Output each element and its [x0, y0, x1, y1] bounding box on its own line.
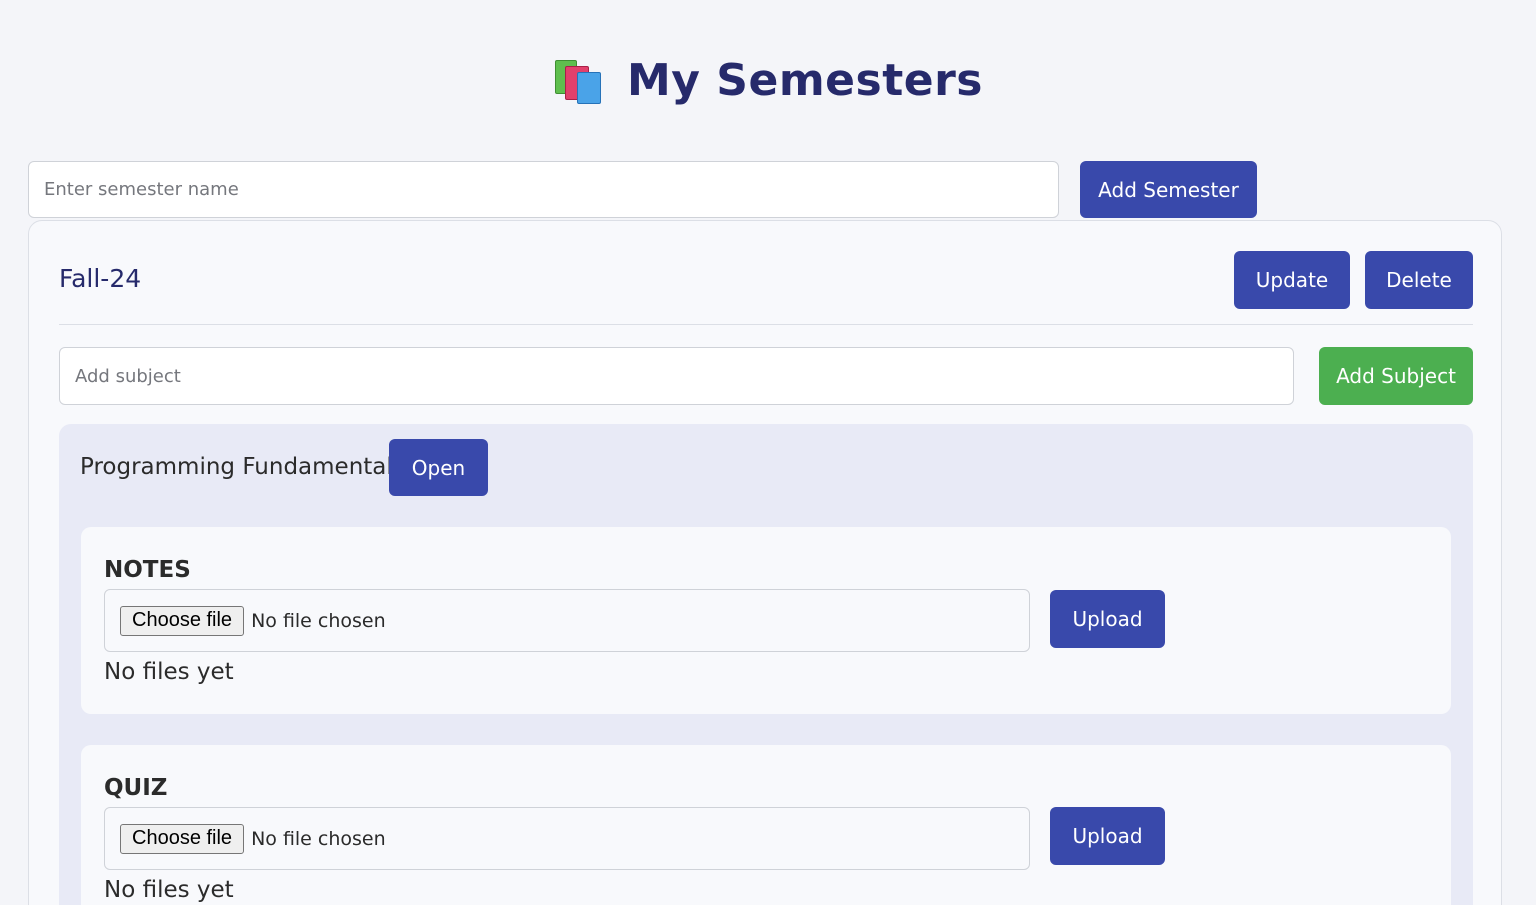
- upload-quiz-button[interactable]: Upload: [1050, 807, 1165, 865]
- upload-notes-button[interactable]: Upload: [1050, 590, 1165, 648]
- delete-semester-button[interactable]: Delete: [1365, 251, 1473, 309]
- file-input-quiz[interactable]: Choose file No file chosen: [104, 807, 1030, 870]
- category-title-quiz: QUIZ: [104, 775, 168, 801]
- choose-file-button[interactable]: Choose file: [120, 823, 245, 854]
- file-status: No file chosen: [251, 609, 386, 632]
- subject-name-input[interactable]: [59, 347, 1294, 405]
- books-icon: [553, 56, 605, 104]
- add-semester-button[interactable]: Add Semester: [1080, 161, 1257, 218]
- category-title-notes: NOTES: [104, 557, 191, 583]
- subject-name: Programming Fundamental: [80, 454, 393, 480]
- open-subject-button[interactable]: Open: [389, 439, 488, 496]
- add-subject-button[interactable]: Add Subject: [1319, 347, 1473, 405]
- update-semester-button[interactable]: Update: [1234, 251, 1350, 309]
- choose-file-button[interactable]: Choose file: [120, 605, 245, 636]
- semester-divider: [59, 324, 1473, 325]
- empty-files-notes: No files yet: [104, 659, 234, 685]
- empty-files-quiz: No files yet: [104, 877, 234, 903]
- semester-name: Fall-24: [59, 264, 142, 293]
- page: My Semesters Add Semester Fall-24 Update…: [0, 0, 1536, 905]
- page-header: My Semesters: [0, 48, 1536, 112]
- file-status: No file chosen: [251, 827, 386, 850]
- page-title: My Semesters: [627, 54, 983, 106]
- file-input-notes[interactable]: Choose file No file chosen: [104, 589, 1030, 652]
- semester-name-input[interactable]: [28, 161, 1059, 218]
